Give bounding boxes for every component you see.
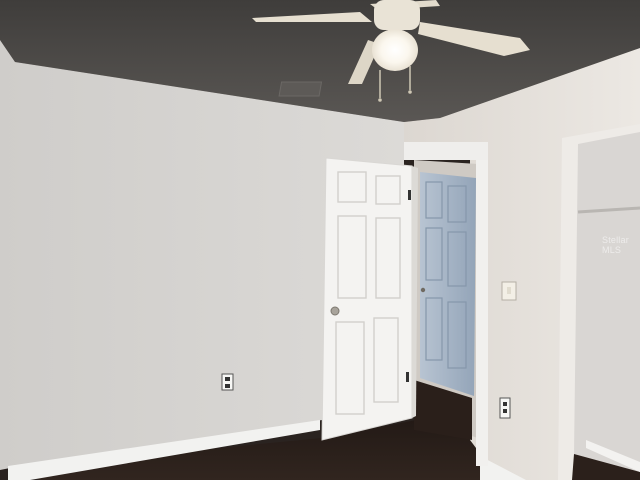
- far-door-knob-icon[interactable]: [420, 287, 426, 293]
- closet-interior: [574, 132, 640, 472]
- light-switch[interactable]: [501, 281, 517, 301]
- door-frame: [476, 144, 488, 466]
- door-hinge-icon: [408, 190, 411, 200]
- far-door[interactable]: [420, 172, 476, 396]
- wall-outlet-left: [221, 373, 234, 391]
- wall-outlet-right: [499, 397, 511, 419]
- door-hinge-icon: [406, 372, 409, 382]
- bedroom-door[interactable]: [321, 157, 418, 441]
- fan-motor: [374, 0, 420, 30]
- door-knob-icon[interactable]: [330, 306, 340, 316]
- door-frame-top: [404, 142, 488, 160]
- watermark-text: Stellar MLS: [602, 235, 629, 255]
- fan-light-icon: [372, 29, 418, 71]
- room-scene: [0, 0, 640, 480]
- ceiling-vent: [278, 81, 323, 97]
